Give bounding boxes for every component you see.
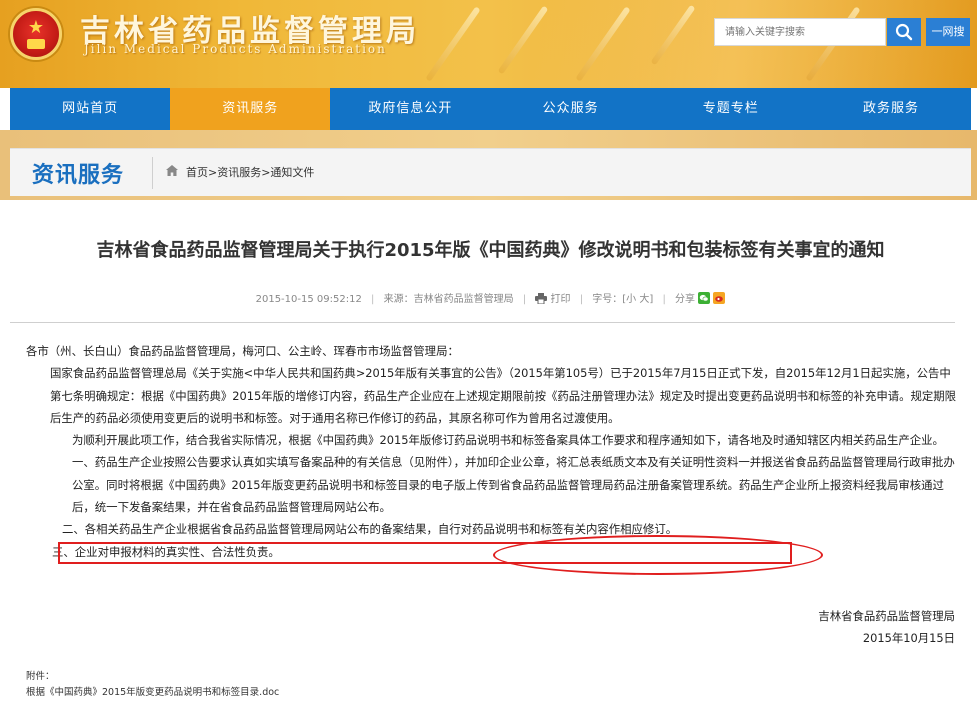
section-title: 资讯服务: [32, 163, 125, 188]
nav-item-public-service[interactable]: 公众服务: [491, 88, 651, 130]
paragraph: 一、药品生产企业按照公告要求认真如实填写备案品种的有关信息（见附件），并加印企业…: [72, 455, 955, 515]
nav-item-gov-affairs[interactable]: 政务服务: [811, 88, 971, 130]
wheat-decoration: [575, 6, 631, 82]
attachment-section: 附件： 根据《中国药典》2015年版变更药品说明书和标签目录.doc: [26, 669, 279, 701]
search-input[interactable]: [714, 18, 886, 46]
print-icon[interactable]: [535, 293, 548, 304]
font-size-control[interactable]: 字号：[小 大]: [592, 294, 653, 305]
paragraph: 为顺利开展此项工作，结合我省实际情况，根据《中国药典》2015年版修订药品说明书…: [72, 433, 944, 448]
salutation: 各市（州、长白山）食品药品监督管理局，梅河口、公主岭、珲春市市场监督管理局：: [26, 344, 459, 358]
article-meta: 2015-10-15 09:52:12 | 来源：吉林省药品监督管理局 | 打印…: [10, 290, 971, 305]
article-source: 来源：吉林省药品监督管理局: [383, 294, 514, 305]
wheat-decoration: [497, 5, 549, 75]
wheat-decoration: [425, 6, 481, 82]
main-nav: 网站首页 资讯服务 政府信息公开 公众服务 专题专栏 政务服务: [10, 88, 971, 130]
weibo-share-icon[interactable]: [713, 292, 726, 304]
home-icon[interactable]: [166, 165, 178, 176]
global-search-button[interactable]: 一网搜: [926, 18, 970, 46]
article-title: 吉林省食品药品监督管理局关于执行2015年版《中国药典》修改说明书和包装标签有关…: [96, 240, 885, 261]
highlight-ellipse: [493, 535, 823, 575]
divider: [152, 157, 153, 189]
nav-item-home[interactable]: 网站首页: [10, 88, 170, 130]
nav-item-gov-info[interactable]: 政府信息公开: [330, 88, 490, 130]
attachment-link[interactable]: 根据《中国药典》2015年版变更药品说明书和标签目录.doc: [26, 685, 279, 701]
paragraph: 二、各相关药品生产企业根据省食品药品监督管理局网站公布的备案结果，自行对药品说明…: [62, 522, 678, 537]
nav-item-special-topics[interactable]: 专题专栏: [651, 88, 811, 130]
publish-date: 2015-10-15 09:52:12: [255, 294, 362, 305]
section-header: 资讯服务 首页>资讯服务>通知文件: [10, 148, 971, 196]
site-subtitle: Jilin Medical Products Administration: [84, 42, 387, 56]
search-button[interactable]: [887, 18, 921, 46]
wheat-decoration: [650, 4, 696, 66]
share-label: 分享: [675, 294, 695, 305]
attachment-label: 附件：: [26, 671, 55, 682]
paragraph: 国家食品药品监督管理总局《关于实施<中华人民共和国药典>2015年版有关事宜的公…: [50, 366, 957, 425]
signature-block: 吉林省食品药品监督管理局 2015年10月15日: [818, 605, 955, 649]
nav-item-news-service[interactable]: 资讯服务: [170, 88, 331, 130]
breadcrumb[interactable]: 首页>资讯服务>通知文件: [186, 164, 314, 180]
national-emblem-icon: ★: [10, 8, 62, 60]
search-icon: [895, 23, 913, 41]
signature-date: 2015年10月15日: [862, 631, 955, 645]
article-body: 各市（州、长白山）食品药品监督管理局，梅河口、公主岭、珲春市市场监督管理局： 国…: [26, 340, 958, 563]
site-header: ★ 吉林省药品监督管理局 Jilin Medical Products Admi…: [0, 0, 977, 88]
signature-org: 吉林省食品药品监督管理局: [818, 609, 955, 623]
wechat-share-icon[interactable]: [698, 292, 711, 304]
print-link[interactable]: 打印: [551, 294, 571, 305]
divider: [10, 322, 955, 323]
